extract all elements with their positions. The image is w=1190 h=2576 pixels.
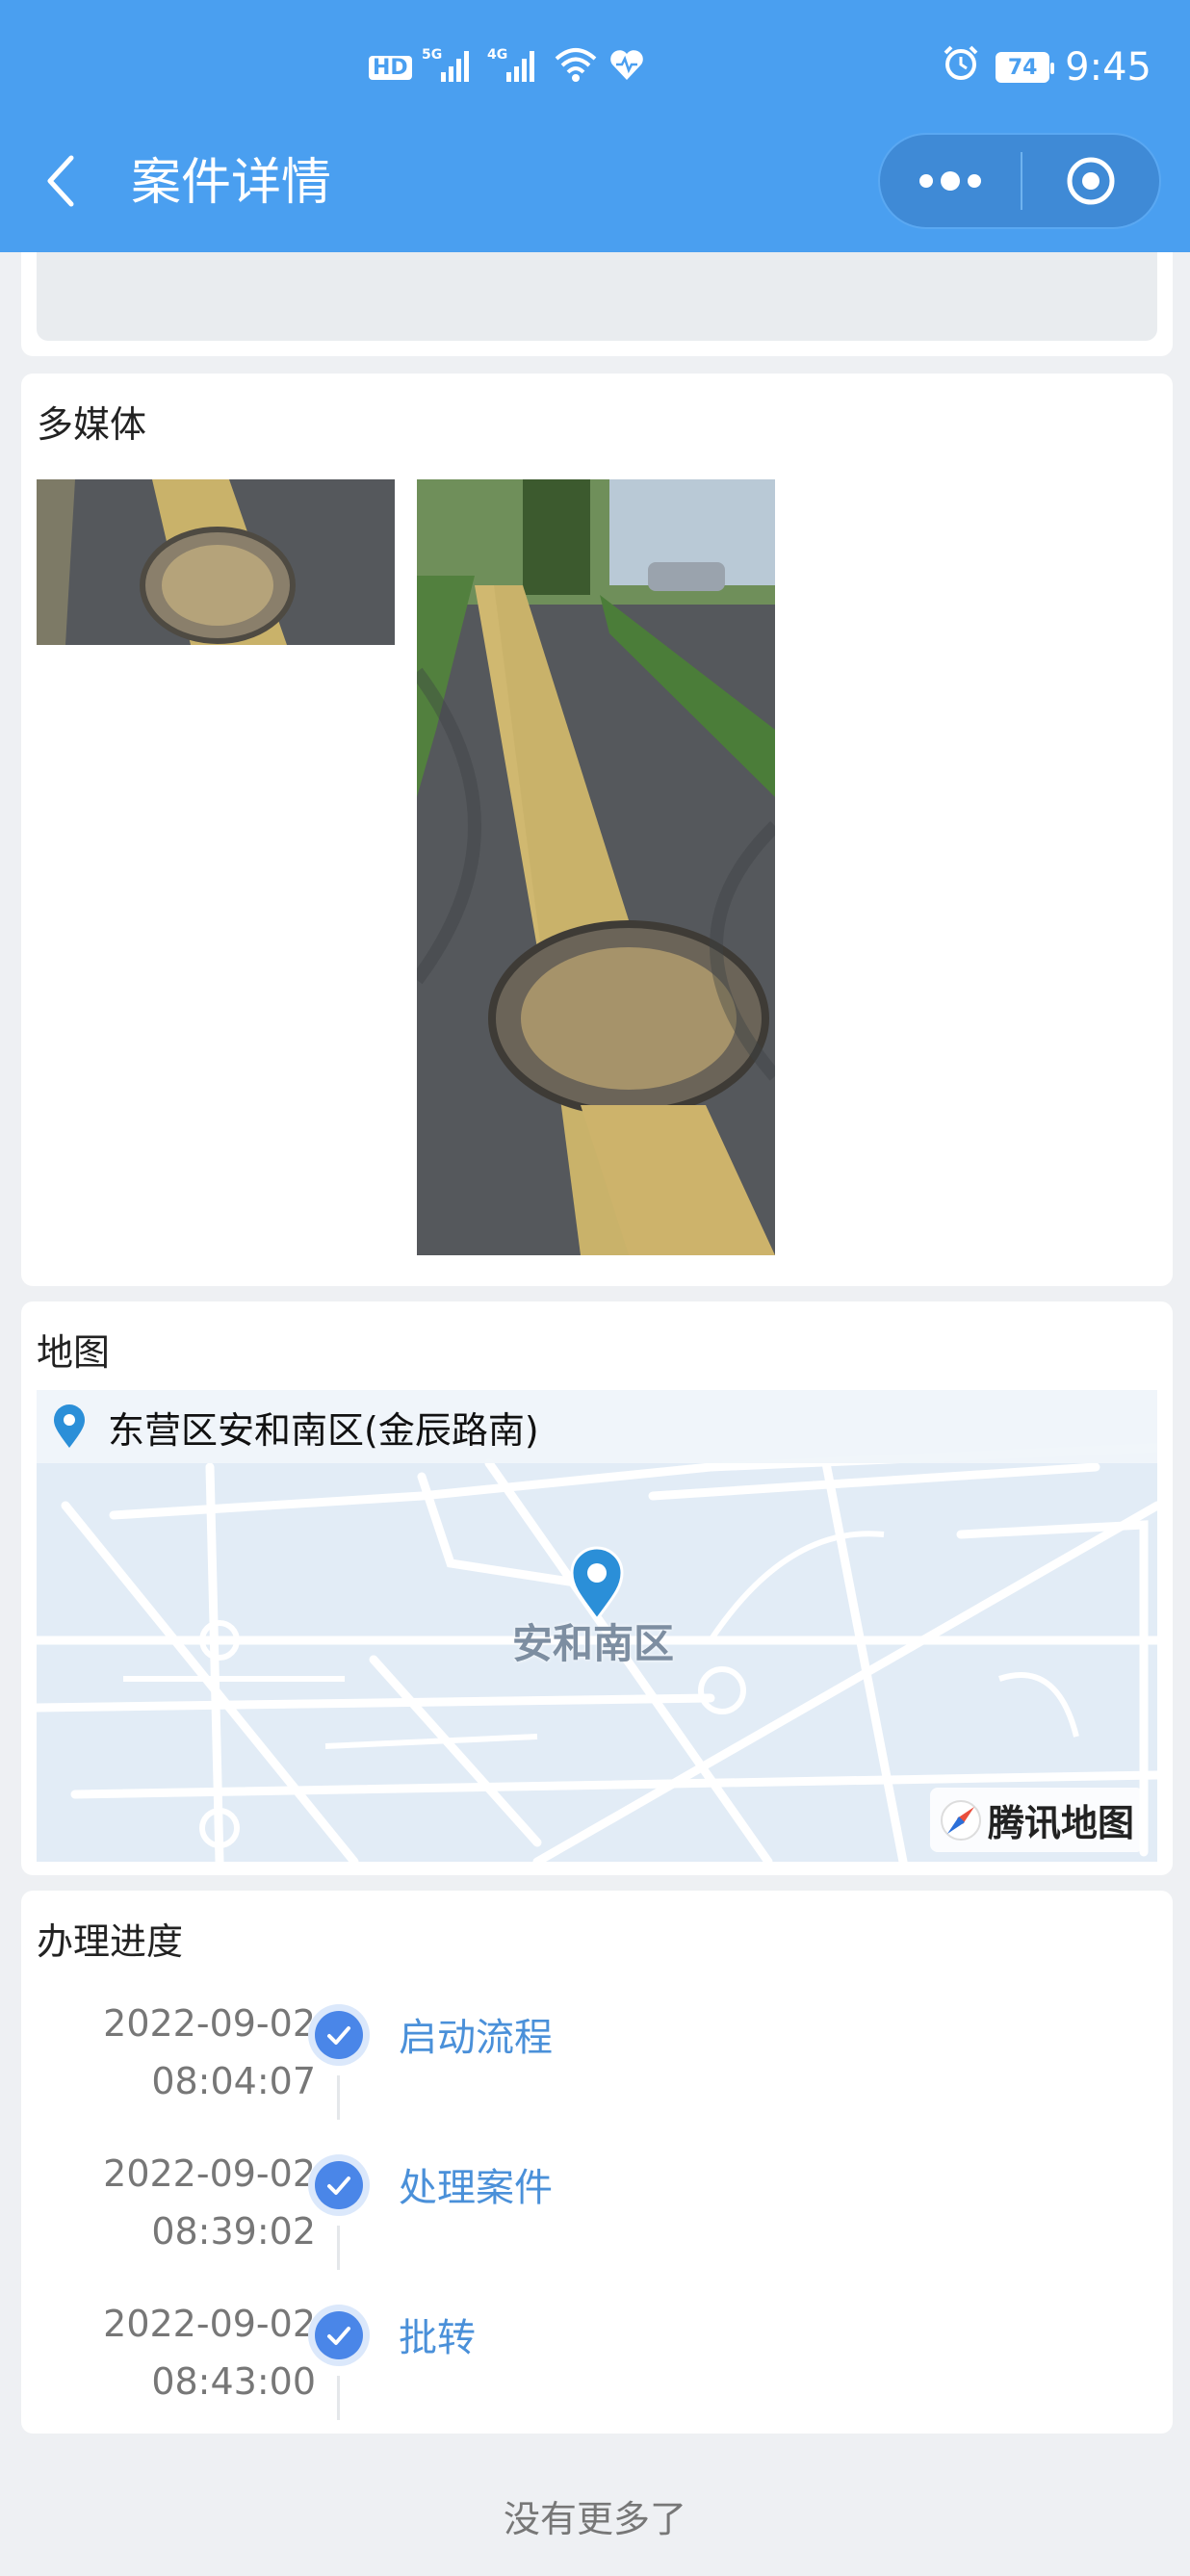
address-bar: 东营区安和南区(金辰路南) bbox=[37, 1390, 1157, 1463]
progress-title: 办理进度 bbox=[37, 1920, 184, 1963]
map-title: 地图 bbox=[37, 1331, 111, 1374]
dot-icon bbox=[968, 174, 981, 188]
alarm-icon bbox=[942, 43, 980, 91]
media-photo-2[interactable] bbox=[417, 479, 775, 1255]
header: HD 5G 4G 74 9:45 案件详情 bbox=[0, 0, 1190, 252]
progress-step: 2022-09-02 08:43:00 批转 bbox=[21, 2303, 1173, 2453]
address-text: 东营区安和南区(金辰路南) bbox=[108, 1408, 539, 1452]
status-icons: HD 5G 4G bbox=[369, 46, 645, 89]
tencent-map-logo: 腾讯地图 bbox=[929, 1788, 1144, 1852]
timeline-connector bbox=[337, 2226, 340, 2270]
status-time: 9:45 bbox=[1065, 45, 1151, 90]
no-more-text: 没有更多了 bbox=[503, 2498, 686, 2540]
step-date: 2022-09-02 bbox=[103, 2152, 316, 2195]
timeline-connector bbox=[337, 2075, 340, 2120]
svg-text:4G: 4G bbox=[487, 47, 507, 63]
step-label[interactable]: 启动流程 bbox=[399, 2006, 553, 2062]
details-card bbox=[21, 252, 1173, 356]
timeline-connector bbox=[337, 2376, 340, 2420]
page-title: 案件详情 bbox=[131, 154, 332, 212]
battery-icon: 74 bbox=[996, 52, 1055, 83]
progress-step: 2022-09-02 08:39:02 处理案件 bbox=[21, 2152, 1173, 2303]
hd-icon: HD bbox=[369, 55, 412, 80]
map-view[interactable]: 东营区安和南区(金辰路南) 安和南区 腾讯地图 bbox=[37, 1390, 1157, 1862]
check-icon bbox=[308, 2004, 370, 2066]
step-date: 2022-09-02 bbox=[103, 2002, 316, 2045]
map-provider-name: 腾讯地图 bbox=[987, 1802, 1134, 1844]
step-time: 08:04:07 bbox=[151, 2060, 316, 2102]
step-label[interactable]: 处理案件 bbox=[399, 2156, 553, 2212]
heart-health-icon bbox=[608, 47, 645, 88]
media-title: 多媒体 bbox=[37, 403, 147, 446]
mini-program-capsule bbox=[878, 133, 1161, 229]
compass-icon bbox=[940, 1799, 981, 1841]
signal-5g-icon: 5G bbox=[422, 45, 478, 90]
svg-text:5G: 5G bbox=[422, 47, 442, 63]
media-photo-1[interactable] bbox=[37, 479, 395, 645]
location-pin-icon bbox=[54, 1404, 85, 1448]
more-options-button[interactable] bbox=[880, 135, 1021, 227]
dot-icon bbox=[919, 174, 933, 188]
back-icon[interactable] bbox=[42, 152, 77, 210]
step-date: 2022-09-02 bbox=[103, 2303, 316, 2345]
map-marker-icon bbox=[570, 1546, 624, 1621]
wifi-icon bbox=[553, 45, 599, 90]
signal-4g-icon: 4G bbox=[487, 45, 543, 90]
progress-card: 办理进度 2022-09-02 08:04:07 启动流程 2022-09-02… bbox=[21, 1891, 1173, 2434]
step-time: 08:39:02 bbox=[151, 2210, 316, 2253]
check-icon bbox=[308, 2154, 370, 2216]
description-box bbox=[37, 252, 1157, 341]
progress-step: 2022-09-02 08:04:07 启动流程 bbox=[21, 2002, 1173, 2152]
status-right: 74 9:45 bbox=[942, 39, 1151, 96]
check-icon bbox=[308, 2305, 370, 2366]
map-card: 地图 东营区安和南区(金辰路南) 安和南区 腾讯地图 bbox=[21, 1301, 1173, 1875]
target-icon bbox=[1067, 157, 1115, 205]
step-label[interactable]: 批转 bbox=[399, 2306, 476, 2362]
close-mini-program-button[interactable] bbox=[1022, 154, 1159, 208]
step-time: 08:43:00 bbox=[151, 2360, 316, 2403]
media-card: 多媒体 bbox=[21, 374, 1173, 1286]
dot-icon bbox=[941, 171, 960, 191]
